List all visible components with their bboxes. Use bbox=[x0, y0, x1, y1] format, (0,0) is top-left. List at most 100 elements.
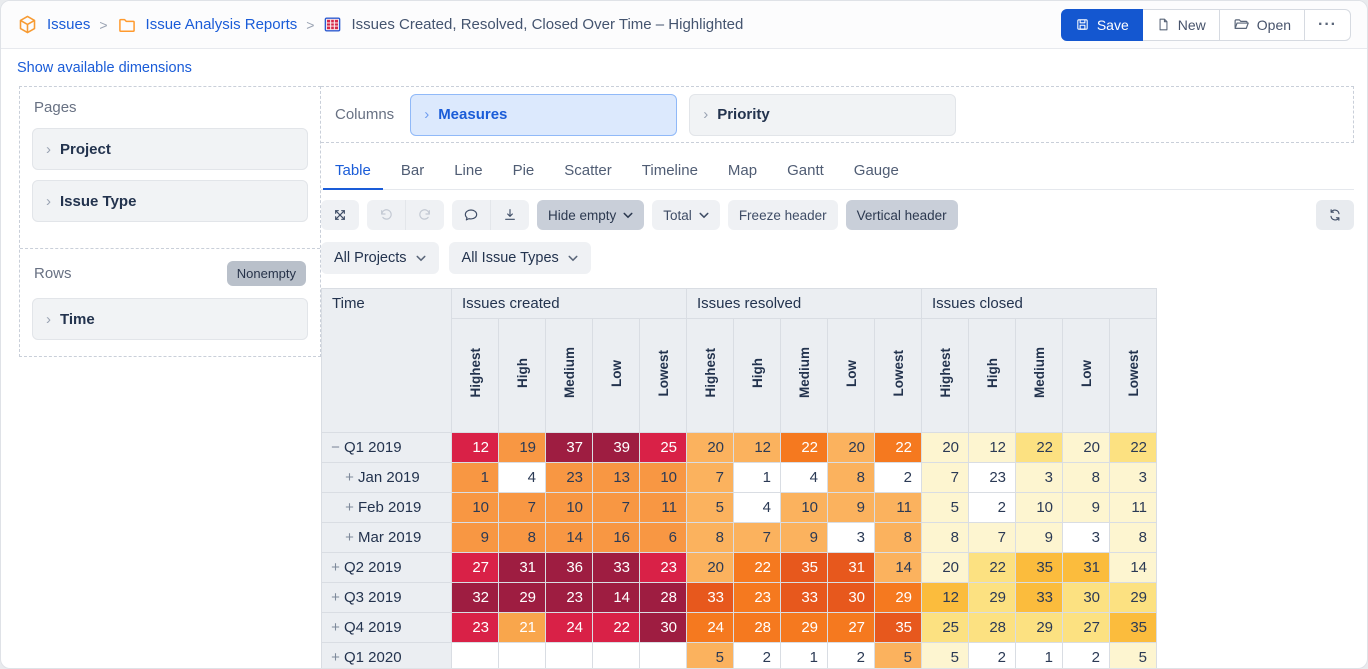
data-cell[interactable]: 2 bbox=[968, 492, 1016, 523]
tab-timeline[interactable]: Timeline bbox=[630, 157, 710, 189]
data-cell[interactable]: 22 bbox=[1109, 432, 1157, 463]
data-cell[interactable]: 20 bbox=[1062, 432, 1110, 463]
data-cell[interactable]: 1 bbox=[780, 642, 828, 668]
data-cell[interactable]: 5 bbox=[686, 492, 734, 523]
data-cell[interactable]: 11 bbox=[1109, 492, 1157, 523]
data-cell[interactable]: 1 bbox=[733, 462, 781, 493]
data-cell[interactable]: 35 bbox=[780, 552, 828, 583]
undo-button[interactable] bbox=[367, 200, 406, 230]
data-cell[interactable]: 29 bbox=[874, 582, 922, 613]
comment-button[interactable] bbox=[452, 200, 491, 230]
dimension-chip-priority[interactable]: › Priority bbox=[689, 93, 957, 136]
data-cell[interactable]: 2 bbox=[1062, 642, 1110, 668]
data-cell[interactable]: 9 bbox=[1015, 522, 1063, 553]
data-cell[interactable]: 3 bbox=[1062, 522, 1110, 553]
priority-header-issues-created-low[interactable]: Low bbox=[592, 318, 640, 433]
data-cell[interactable]: 8 bbox=[686, 522, 734, 553]
data-cell[interactable]: 8 bbox=[921, 522, 969, 553]
new-button[interactable]: New bbox=[1141, 8, 1220, 41]
data-cell[interactable]: 22 bbox=[592, 612, 640, 643]
data-cell[interactable]: 24 bbox=[545, 612, 593, 643]
data-cell[interactable]: 27 bbox=[451, 552, 499, 583]
expand-icon[interactable]: + bbox=[330, 589, 341, 606]
data-cell[interactable]: 28 bbox=[733, 612, 781, 643]
data-cell[interactable] bbox=[545, 642, 593, 668]
priority-header-issues-closed-highest[interactable]: Highest bbox=[921, 318, 969, 433]
data-cell[interactable]: 30 bbox=[639, 612, 687, 643]
data-cell[interactable]: 12 bbox=[921, 582, 969, 613]
data-cell[interactable]: 30 bbox=[1062, 582, 1110, 613]
priority-header-issues-closed-medium[interactable]: Medium bbox=[1015, 318, 1063, 433]
row-label-jan-2019[interactable]: + Jan 2019 bbox=[321, 462, 452, 493]
dimension-chip-measures[interactable]: › Measures bbox=[410, 93, 678, 136]
data-cell[interactable]: 23 bbox=[968, 462, 1016, 493]
show-dimensions-link[interactable]: Show available dimensions bbox=[17, 60, 192, 76]
data-cell[interactable]: 23 bbox=[545, 462, 593, 493]
data-cell[interactable]: 7 bbox=[498, 492, 546, 523]
data-cell[interactable]: 2 bbox=[733, 642, 781, 668]
data-cell[interactable]: 7 bbox=[686, 462, 734, 493]
data-cell[interactable] bbox=[592, 642, 640, 668]
data-cell[interactable]: 20 bbox=[921, 552, 969, 583]
priority-header-issues-created-highest[interactable]: Highest bbox=[451, 318, 499, 433]
expand-icon[interactable]: + bbox=[344, 499, 355, 516]
data-cell[interactable]: 33 bbox=[686, 582, 734, 613]
data-cell[interactable]: 4 bbox=[498, 462, 546, 493]
expand-icon[interactable]: + bbox=[330, 649, 341, 666]
measure-header-issues-created[interactable]: Issues created bbox=[451, 288, 687, 319]
data-cell[interactable]: 10 bbox=[780, 492, 828, 523]
row-label-feb-2019[interactable]: + Feb 2019 bbox=[321, 492, 452, 523]
priority-header-issues-resolved-medium[interactable]: Medium bbox=[780, 318, 828, 433]
tab-line[interactable]: Line bbox=[442, 157, 494, 189]
breadcrumb-folder-link[interactable]: Issue Analysis Reports bbox=[146, 16, 298, 33]
data-cell[interactable]: 8 bbox=[498, 522, 546, 553]
data-cell[interactable]: 8 bbox=[1109, 522, 1157, 553]
data-cell[interactable]: 11 bbox=[639, 492, 687, 523]
data-cell[interactable]: 2 bbox=[827, 642, 875, 668]
data-cell[interactable]: 5 bbox=[686, 642, 734, 668]
data-cell[interactable]: 3 bbox=[827, 522, 875, 553]
tab-pie[interactable]: Pie bbox=[501, 157, 547, 189]
data-cell[interactable]: 7 bbox=[592, 492, 640, 523]
data-cell[interactable]: 3 bbox=[1015, 462, 1063, 493]
data-cell[interactable]: 14 bbox=[874, 552, 922, 583]
data-cell[interactable]: 19 bbox=[498, 432, 546, 463]
priority-header-issues-closed-lowest[interactable]: Lowest bbox=[1109, 318, 1157, 433]
data-cell[interactable]: 14 bbox=[1109, 552, 1157, 583]
data-cell[interactable]: 5 bbox=[874, 642, 922, 668]
data-cell[interactable]: 7 bbox=[968, 522, 1016, 553]
data-cell[interactable]: 20 bbox=[921, 432, 969, 463]
data-cell[interactable]: 27 bbox=[1062, 612, 1110, 643]
data-cell[interactable]: 2 bbox=[874, 462, 922, 493]
priority-header-issues-resolved-high[interactable]: High bbox=[733, 318, 781, 433]
data-cell[interactable]: 30 bbox=[827, 582, 875, 613]
data-cell[interactable]: 10 bbox=[1015, 492, 1063, 523]
data-cell[interactable]: 16 bbox=[592, 522, 640, 553]
data-cell[interactable]: 24 bbox=[686, 612, 734, 643]
data-cell[interactable]: 25 bbox=[921, 612, 969, 643]
data-cell[interactable]: 14 bbox=[592, 582, 640, 613]
data-cell[interactable]: 9 bbox=[780, 522, 828, 553]
tab-gauge[interactable]: Gauge bbox=[842, 157, 911, 189]
row-label-q3-2019[interactable]: + Q3 2019 bbox=[321, 582, 452, 613]
data-cell[interactable]: 33 bbox=[1015, 582, 1063, 613]
data-cell[interactable]: 35 bbox=[874, 612, 922, 643]
data-cell[interactable]: 10 bbox=[639, 462, 687, 493]
data-cell[interactable]: 3 bbox=[1109, 462, 1157, 493]
data-cell[interactable] bbox=[451, 642, 499, 668]
expand-icon[interactable]: + bbox=[330, 619, 341, 636]
data-cell[interactable]: 9 bbox=[451, 522, 499, 553]
data-cell[interactable]: 2 bbox=[968, 642, 1016, 668]
data-cell[interactable]: 29 bbox=[968, 582, 1016, 613]
data-cell[interactable]: 36 bbox=[545, 552, 593, 583]
data-cell[interactable]: 28 bbox=[639, 582, 687, 613]
breadcrumb-app-link[interactable]: Issues bbox=[47, 16, 90, 33]
priority-header-issues-created-medium[interactable]: Medium bbox=[545, 318, 593, 433]
data-cell[interactable]: 11 bbox=[874, 492, 922, 523]
data-cell[interactable]: 9 bbox=[827, 492, 875, 523]
dimension-chip-project[interactable]: › Project bbox=[32, 128, 308, 170]
data-cell[interactable]: 1 bbox=[451, 462, 499, 493]
total-button[interactable]: Total bbox=[652, 200, 720, 230]
data-cell[interactable] bbox=[498, 642, 546, 668]
tab-scatter[interactable]: Scatter bbox=[552, 157, 624, 189]
